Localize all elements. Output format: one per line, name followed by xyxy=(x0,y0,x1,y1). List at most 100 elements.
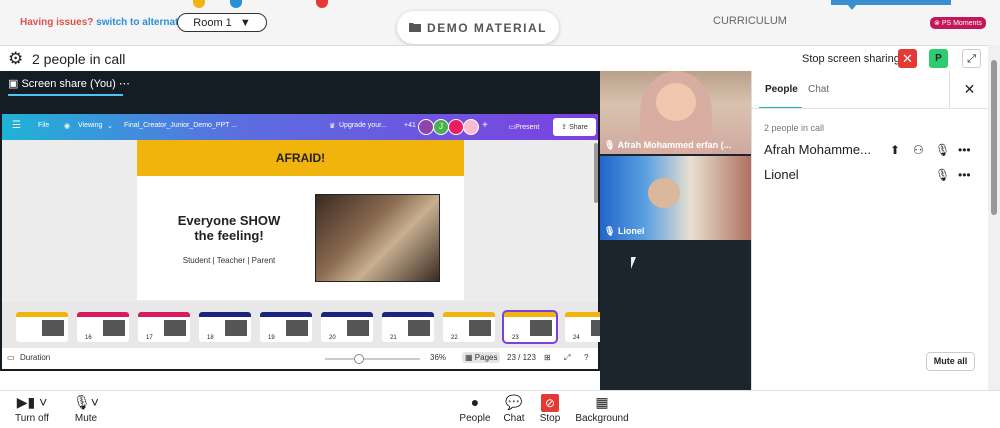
slide-thumbnail[interactable]: 22 xyxy=(443,312,495,342)
people-button[interactable]: ● People xyxy=(458,391,492,424)
thumbnail-image xyxy=(347,320,369,336)
grid-icon[interactable]: ⊞ xyxy=(544,353,551,362)
collaborator-avatar[interactable] xyxy=(448,119,464,135)
more-icon[interactable]: ••• xyxy=(958,168,971,182)
canva-toolbar: ☰ File ◉ Viewing ⌄ Final_Creator_Junior_… xyxy=(2,114,598,140)
video-tile[interactable]: 🎙 Afrah Mohammed erfan (... xyxy=(600,71,751,154)
thumbnail-header xyxy=(77,312,129,317)
crown-icon: ♛ xyxy=(329,123,336,130)
file-menu[interactable]: File xyxy=(38,122,49,129)
zoom-slider-handle[interactable] xyxy=(354,354,364,364)
slide-subtitle: Student | Teacher | Parent xyxy=(182,256,276,265)
list-item: Afrah Mohamme... ⬆ ⚇ 🎙 ••• xyxy=(764,142,984,160)
zoom-level[interactable]: 36% xyxy=(430,353,446,362)
slide-canvas[interactable]: AFRAID! Everyone SHOW the feeling! Stude… xyxy=(137,140,464,300)
video-name: Afrah Mohammed erfan (... xyxy=(617,140,732,150)
present-button[interactable]: ▭ Present xyxy=(499,119,549,135)
screen-icon: ▣ xyxy=(8,78,19,90)
expand-icon[interactable]: ⤢ xyxy=(962,49,981,68)
decor-arc xyxy=(316,0,328,8)
chat-button[interactable]: 💬 Chat xyxy=(500,391,528,424)
people-panel: People Chat ✕ 2 people in call Afrah Moh… xyxy=(751,71,989,390)
thumbnail-image xyxy=(286,320,308,336)
doc-title[interactable]: Final_Creator_Junior_Demo_PPT ... xyxy=(124,122,237,129)
tab-people[interactable]: People xyxy=(765,84,798,95)
tab-underline xyxy=(8,94,123,96)
menu-icon[interactable]: ☰ xyxy=(12,120,21,131)
mute-all-button[interactable]: Mute all xyxy=(926,352,975,371)
zoom-slider[interactable] xyxy=(325,358,420,360)
mic-icon[interactable]: 🎙 xyxy=(935,168,950,182)
present-label: Present xyxy=(515,123,540,131)
background-button[interactable]: ▦ Background xyxy=(572,391,632,424)
call-title: 2 people in call xyxy=(32,51,126,67)
thumbnail-header xyxy=(504,312,556,317)
thumbnail-header xyxy=(260,312,312,317)
thumbnail-image xyxy=(103,320,125,336)
more-icon[interactable]: ⋯ xyxy=(119,78,130,90)
page-counter: 23 / 123 xyxy=(507,353,536,362)
add-collaborator-icon[interactable]: + xyxy=(482,120,488,131)
chevron-down-icon: ▼ xyxy=(239,16,251,29)
screen-share-label: Screen share (You) xyxy=(21,78,116,90)
thumbnail-number: 24 xyxy=(573,335,580,341)
present-icon: ▭ xyxy=(508,124,516,131)
thumbnail-number: 23 xyxy=(512,335,519,341)
mic-icon: 🎙˅ xyxy=(73,394,99,410)
close-icon[interactable]: ✕ xyxy=(949,71,989,108)
curriculum-link[interactable]: CURRICULUM xyxy=(713,15,787,27)
decor-arc xyxy=(193,0,205,8)
slide-thumbnail[interactable]: 20 xyxy=(321,312,373,342)
video-tile[interactable]: 🎙 Lionel xyxy=(600,156,751,240)
person-settings-icon[interactable]: ⚇ xyxy=(913,143,924,157)
slide-thumbnail[interactable]: 19 xyxy=(260,312,312,342)
collaborator-count[interactable]: +41 xyxy=(404,122,416,129)
collaborator-avatar[interactable]: J xyxy=(433,119,449,135)
thumbnail-header xyxy=(199,312,251,317)
stop-share-button[interactable]: ⊘ Stop xyxy=(536,391,564,424)
tab-chat[interactable]: Chat xyxy=(808,84,829,95)
slide-thumbnail[interactable]: 17 xyxy=(138,312,190,342)
screen-share-tab[interactable]: ▣ Screen share (You) ⋯ xyxy=(8,77,130,90)
slide-thumbnail[interactable] xyxy=(16,312,68,342)
thumbnail-image xyxy=(469,320,491,336)
thumbnail-image xyxy=(164,320,186,336)
thumbnail-image xyxy=(530,320,552,336)
camera-button[interactable]: ▶▮ ˅ Turn off xyxy=(12,391,52,424)
avatar[interactable]: P xyxy=(929,49,948,68)
more-icon[interactable]: ••• xyxy=(958,143,971,157)
slide-thumbnail[interactable]: 21 xyxy=(382,312,434,342)
screen-share-icon: ⬆ xyxy=(890,143,901,157)
participant-face xyxy=(656,83,696,121)
demo-material-label: DEMO MATERIAL xyxy=(427,20,547,35)
turn-off-label: Turn off xyxy=(15,413,49,424)
collaborator-avatar[interactable] xyxy=(418,119,434,135)
page-scrollbar-thumb[interactable] xyxy=(991,60,997,215)
ps-moments-badge[interactable]: ⊗ PS Moments xyxy=(930,17,986,29)
duration-button[interactable]: Duration xyxy=(20,353,50,362)
slide-thumbnail[interactable]: 23 xyxy=(502,310,558,344)
slide-thumbnail[interactable]: 16 xyxy=(77,312,129,342)
help-icon[interactable]: ? xyxy=(584,353,588,362)
viewing-menu[interactable]: Viewing xyxy=(78,122,102,129)
fullscreen-icon[interactable]: ⤢ xyxy=(564,353,570,363)
slide-thumbnail[interactable]: 18 xyxy=(199,312,251,342)
upgrade-button[interactable]: Upgrade your... xyxy=(339,122,387,129)
thumbnail-number: 16 xyxy=(85,335,92,341)
room-select[interactable]: Room 1 ▼ xyxy=(177,13,267,32)
demo-material-button[interactable]: DEMO MATERIAL xyxy=(397,11,559,44)
gear-icon[interactable]: ⚙ xyxy=(8,49,23,69)
chevron-down-icon: ⌄ xyxy=(107,123,113,130)
share-button[interactable]: ⇪ Share xyxy=(553,118,596,136)
stop-sharing-button[interactable]: ✕ xyxy=(898,49,917,68)
collaborator-avatar[interactable] xyxy=(463,119,479,135)
thumbnail-strip: 16 17 18 19 20 21 22 23 24 xyxy=(2,302,617,348)
editor-scrollbar[interactable] xyxy=(594,143,598,203)
editor-footer: ▭ Duration 36% ▦ Pages 23 / 123 ⊞ ⤢ ? xyxy=(2,348,598,369)
chat-label: Chat xyxy=(503,413,525,424)
pages-button[interactable]: ▦ Pages xyxy=(462,352,501,363)
upload-icon: ⇪ xyxy=(561,124,568,131)
thumbnail-image xyxy=(225,320,247,336)
mic-icon[interactable]: 🎙 xyxy=(935,143,950,157)
mute-button[interactable]: 🎙˅ Mute xyxy=(66,391,106,424)
